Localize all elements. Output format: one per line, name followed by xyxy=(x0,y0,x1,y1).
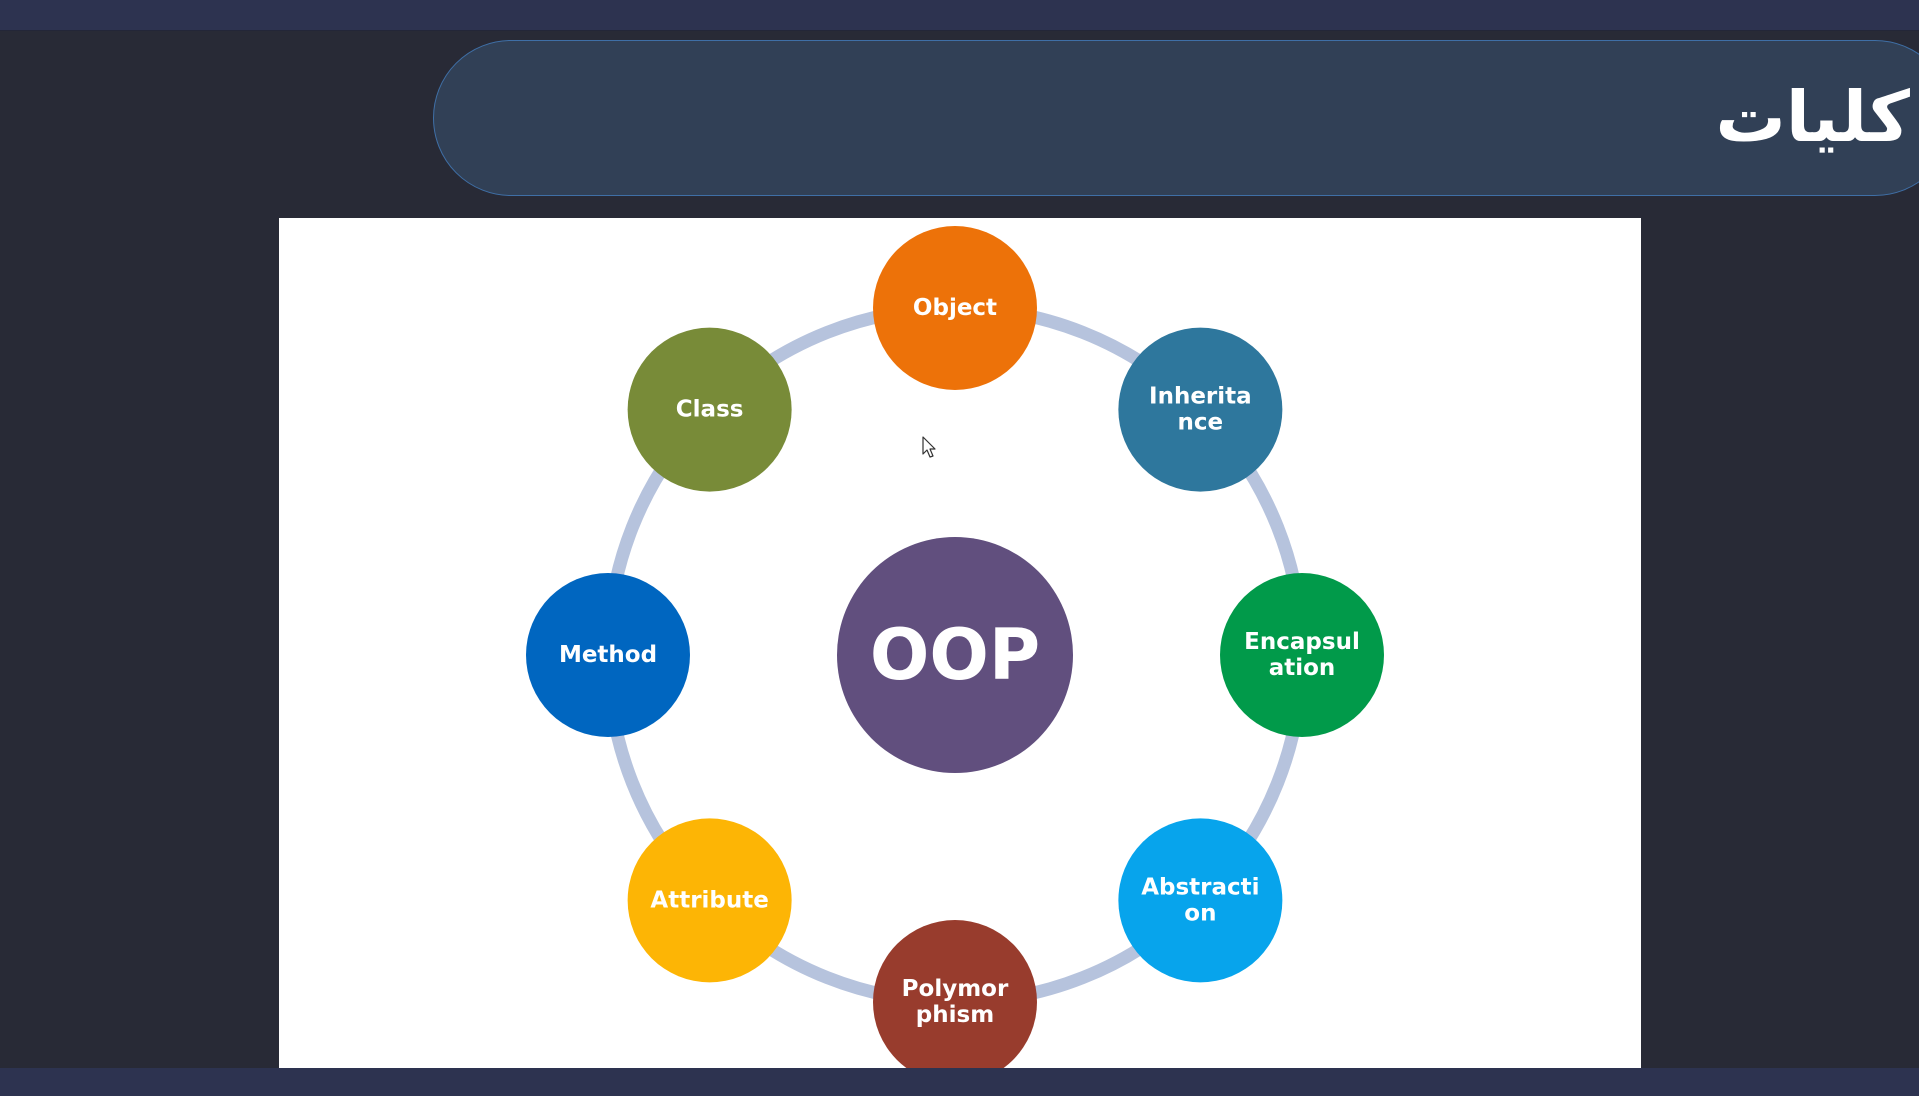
node-label-method: Method xyxy=(559,642,657,668)
node-label-polymorphism: phism xyxy=(916,1002,994,1028)
node-label-inheritance: nce xyxy=(1178,410,1224,436)
oop-concepts-diagram: Object Inheritance Encapsulation Abstractio… xyxy=(526,226,1384,1068)
mouse-cursor-icon xyxy=(922,436,936,458)
title-banner: كليات xyxy=(433,40,1919,196)
top-bar xyxy=(0,0,1919,31)
node-label-encapsulation: Encapsul xyxy=(1244,629,1360,655)
node-polymorphism: Polymorphism xyxy=(873,920,1037,1068)
node-label-class: Class xyxy=(676,397,744,423)
node-attribute: Attribute xyxy=(627,818,792,983)
page-title: كليات xyxy=(1715,76,1910,158)
node-label-polymorphism: Polymor xyxy=(902,976,1009,1002)
node-encapsulation: Encapsulation xyxy=(1220,573,1384,737)
node-label-inheritance: Inherita xyxy=(1149,384,1252,410)
node-object: Object xyxy=(873,226,1037,390)
node-label-object: Object xyxy=(913,295,997,321)
node-inheritance: Inheritance xyxy=(1118,327,1283,492)
center-label: OOP xyxy=(870,614,1040,696)
node-label-encapsulation: ation xyxy=(1269,655,1336,681)
slide-image: Object Inherita nce Encapsul ation Abstracti o… xyxy=(279,218,1641,1068)
node-label-abstraction: on xyxy=(1184,900,1216,926)
node-label-abstraction: Abstracti xyxy=(1141,874,1259,900)
node-abstraction: Abstraction xyxy=(1118,818,1283,983)
node-method: Method xyxy=(526,573,690,737)
node-label-attribute: Attribute xyxy=(650,887,768,913)
bottom-bar xyxy=(0,1068,1919,1096)
node-class: Class xyxy=(627,327,792,492)
